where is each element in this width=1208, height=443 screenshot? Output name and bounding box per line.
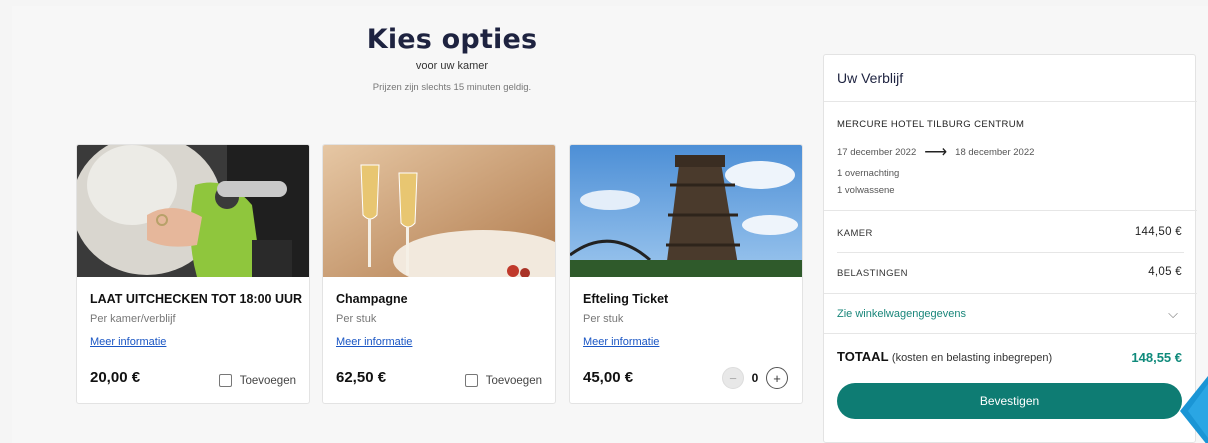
page-subtitle: voor uw kamer (415, 60, 489, 72)
tax-label: BELASTINGEN (837, 268, 908, 279)
hotel-name: MERCURE HOTEL TILBURG CENTRUM (837, 119, 1025, 130)
options-heading: Kies opties voor uw kamer Prijzen zijn s… (12, 24, 892, 93)
total-note: (kosten en belasting inbegrepen) (891, 352, 1053, 364)
option-title: LAAT UITCHECKEN TOT 18:00 UUR (90, 292, 303, 306)
option-price: 62,50 € (336, 369, 387, 386)
stay-dates: 17 december 2022 ⟶ 18 december 2022 (837, 142, 1034, 162)
price-validity-note: Prijzen zijn slechts 15 minuten geldig. (372, 82, 532, 93)
chevron-down-icon[interactable]: ⌵ (1168, 306, 1178, 322)
quantity-value: 0 (751, 371, 759, 385)
add-option-label: Toevoegen (239, 374, 296, 387)
checkbox-icon[interactable] (464, 374, 478, 387)
total-label-text: TOTAAL (837, 349, 889, 364)
checkout-date: 18 december 2022 (955, 146, 1035, 158)
minus-icon[interactable]: − (722, 367, 744, 389)
add-option-label: Toevoegen (485, 374, 542, 387)
add-option-checkbox[interactable]: Toevoegen (218, 374, 296, 387)
option-card-champagne: Champagne Per stuk Meer informatie 62,50… (322, 144, 556, 404)
more-info-link[interactable]: Meer informatie (336, 336, 412, 348)
options-page: Kies opties voor uw kamer Prijzen zijn s… (12, 6, 1208, 443)
total-label: TOTAAL (kosten en belasting inbegrepen) (837, 349, 1052, 364)
late-checkout-image (77, 145, 309, 277)
divider (824, 293, 1197, 294)
more-info-link[interactable]: Meer informatie (583, 336, 659, 348)
divider (837, 252, 1184, 253)
help-tab-icon[interactable] (1180, 376, 1208, 443)
option-price: 45,00 € (583, 369, 634, 386)
cart-details-link[interactable]: Zie winkelwagengegevens (837, 308, 966, 320)
option-unit: Per stuk (336, 313, 377, 325)
arrow-right-icon: ⟶ (924, 144, 948, 161)
confirm-button[interactable]: Bevestigen (837, 383, 1182, 419)
guest-count: 1 volwassene (837, 185, 895, 196)
divider (824, 101, 1197, 102)
divider (824, 333, 1197, 334)
room-label: KAMER (837, 228, 873, 239)
option-card-late-checkout: LAAT UITCHECKEN TOT 18:00 UUR Per kamer/… (76, 144, 310, 404)
summary-title: Uw Verblijf (837, 70, 904, 86)
efteling-image (570, 145, 802, 277)
checkin-date: 17 december 2022 (837, 146, 917, 158)
room-price: 144,50 € (1134, 226, 1182, 238)
stay-summary-panel: Uw Verblijf MERCURE HOTEL TILBURG CENTRU… (823, 54, 1197, 443)
page-title: Kies opties (366, 24, 538, 55)
option-title: Efteling Ticket (583, 292, 669, 306)
add-option-checkbox[interactable]: Toevoegen (464, 374, 542, 387)
option-title: Champagne (336, 292, 408, 306)
total-price: 148,55 € (1131, 350, 1182, 365)
nights-count: 1 overnachting (837, 168, 900, 179)
option-price: 20,00 € (90, 369, 141, 386)
divider (824, 210, 1197, 211)
quantity-stepper: − 0 + (722, 367, 788, 389)
option-card-efteling: Efteling Ticket Per stuk Meer informatie… (569, 144, 803, 404)
checkbox-icon[interactable] (218, 374, 232, 387)
option-unit: Per stuk (583, 313, 624, 325)
champagne-image (323, 145, 555, 277)
option-unit: Per kamer/verblijf (90, 313, 176, 325)
plus-icon[interactable]: + (766, 367, 788, 389)
tax-price: 4,05 € (1148, 266, 1182, 278)
more-info-link[interactable]: Meer informatie (90, 336, 166, 348)
